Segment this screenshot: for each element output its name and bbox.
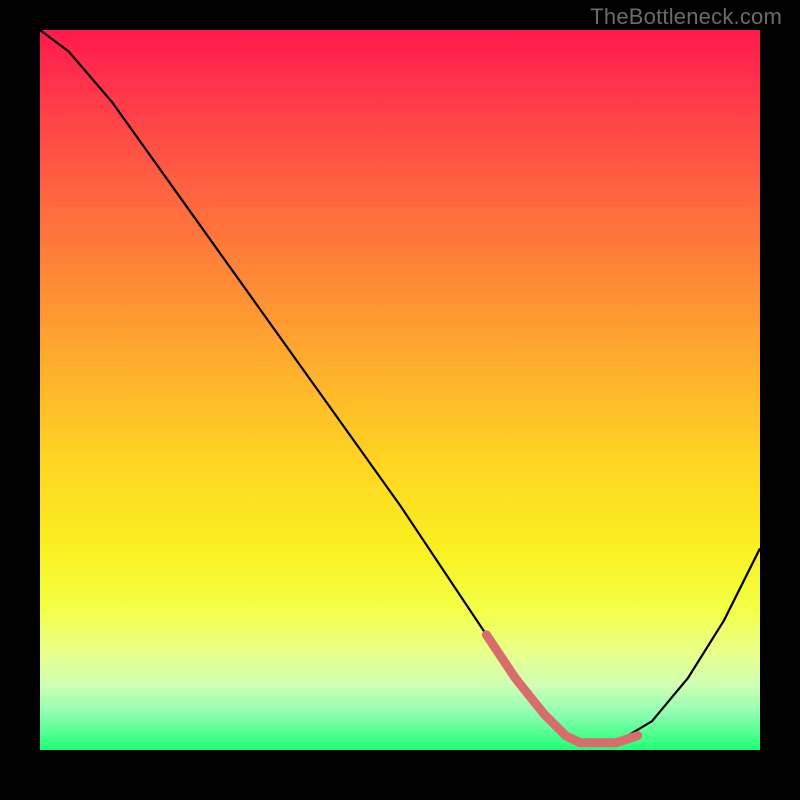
curve-layer [40, 30, 760, 750]
watermark-text: TheBottleneck.com [590, 4, 782, 30]
highlight-segment-path [486, 635, 637, 743]
plot-area [40, 30, 760, 750]
main-curve-path [40, 30, 760, 743]
chart-frame: TheBottleneck.com [0, 0, 800, 800]
